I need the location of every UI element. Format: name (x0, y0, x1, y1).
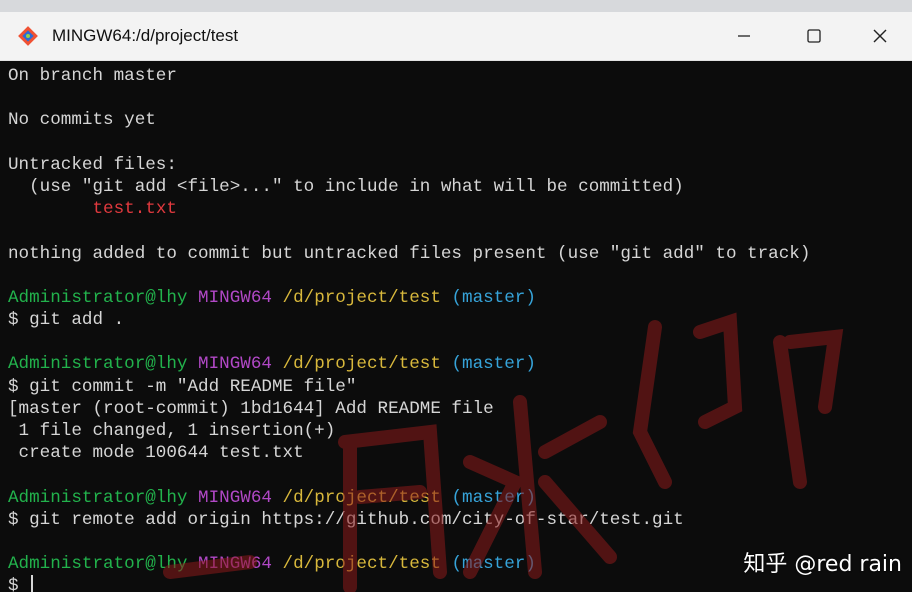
terminal-text: test.txt (92, 199, 176, 219)
terminal-line (8, 331, 904, 353)
terminal-line (8, 464, 904, 486)
maximize-icon (806, 28, 822, 44)
terminal-text: /d/project/test (283, 554, 452, 574)
terminal-text: $ (8, 576, 29, 592)
terminal-output[interactable]: On branch master No commits yet Untracked … (0, 61, 912, 592)
terminal-line: No commits yet (8, 109, 904, 131)
git-diamond-icon (16, 24, 40, 48)
close-icon (872, 28, 888, 44)
terminal-text (8, 199, 92, 219)
terminal-line: Administrator@lhy MINGW64 /d/project/tes… (8, 287, 904, 309)
terminal-line (8, 132, 904, 154)
terminal-line: Administrator@lhy MINGW64 /d/project/tes… (8, 487, 904, 509)
terminal-line: 1 file changed, 1 insertion(+) (8, 420, 904, 442)
terminal-text: /d/project/test (283, 354, 452, 374)
terminal-text: MINGW64 (198, 554, 282, 574)
terminal-line: On branch master (8, 65, 904, 87)
terminal-text: MINGW64 (198, 354, 282, 374)
close-button[interactable] (848, 12, 912, 60)
minimize-icon (737, 29, 751, 43)
terminal-text: Administrator@lhy (8, 288, 198, 308)
terminal-line: [master (root-commit) 1bd1644] Add READM… (8, 398, 904, 420)
terminal-text: Administrator@lhy (8, 554, 198, 574)
terminal-line (8, 265, 904, 287)
terminal-text: 1 file changed, 1 insertion(+) (8, 421, 335, 441)
terminal-text: Administrator@lhy (8, 354, 198, 374)
terminal-line: (use "git add <file>..." to include in w… (8, 176, 904, 198)
terminal-window: MINGW64:/d/project/test On branch master… (0, 12, 912, 592)
terminal-text: (master) (451, 554, 535, 574)
terminal-line: create mode 100644 test.txt (8, 442, 904, 464)
terminal-line: nothing added to commit but untracked fi… (8, 243, 904, 265)
title-bar[interactable]: MINGW64:/d/project/test (0, 12, 912, 61)
window-title: MINGW64:/d/project/test (52, 26, 238, 46)
terminal-line: test.txt (8, 198, 904, 220)
terminal-line: Untracked files: (8, 154, 904, 176)
terminal-line: $ git remote add origin https://github.c… (8, 509, 904, 531)
text-cursor (31, 575, 33, 592)
maximize-button[interactable] (782, 12, 846, 60)
terminal-text: (master) (451, 488, 535, 508)
terminal-text: /d/project/test (283, 488, 452, 508)
terminal-text: nothing added to commit but untracked fi… (8, 244, 810, 264)
terminal-text: $ git commit -m "Add README file" (8, 377, 356, 397)
terminal-text: Administrator@lhy (8, 488, 198, 508)
terminal-line: $ git commit -m "Add README file" (8, 376, 904, 398)
terminal-text: (master) (451, 354, 535, 374)
terminal-text: [master (root-commit) 1bd1644] Add READM… (8, 399, 494, 419)
terminal-text: $ git add . (8, 310, 124, 330)
terminal-text: create mode 100644 test.txt (8, 443, 304, 463)
terminal-text: Untracked files: (8, 155, 177, 175)
terminal-text: $ git remote add origin https://github.c… (8, 510, 684, 530)
terminal-line (8, 87, 904, 109)
terminal-line: Administrator@lhy MINGW64 /d/project/tes… (8, 353, 904, 375)
terminal-line: $ git add . (8, 309, 904, 331)
terminal-text: On branch master (8, 66, 177, 86)
zhihu-credit: 知乎 @red rain (743, 546, 902, 578)
terminal-text: (use "git add <file>..." to include in w… (8, 177, 684, 197)
terminal-text: No commits yet (8, 110, 156, 130)
terminal-line (8, 220, 904, 242)
terminal-text: MINGW64 (198, 288, 282, 308)
terminal-text: MINGW64 (198, 488, 282, 508)
minimize-button[interactable] (712, 12, 776, 60)
terminal-text: /d/project/test (283, 288, 452, 308)
terminal-text: (master) (451, 288, 535, 308)
